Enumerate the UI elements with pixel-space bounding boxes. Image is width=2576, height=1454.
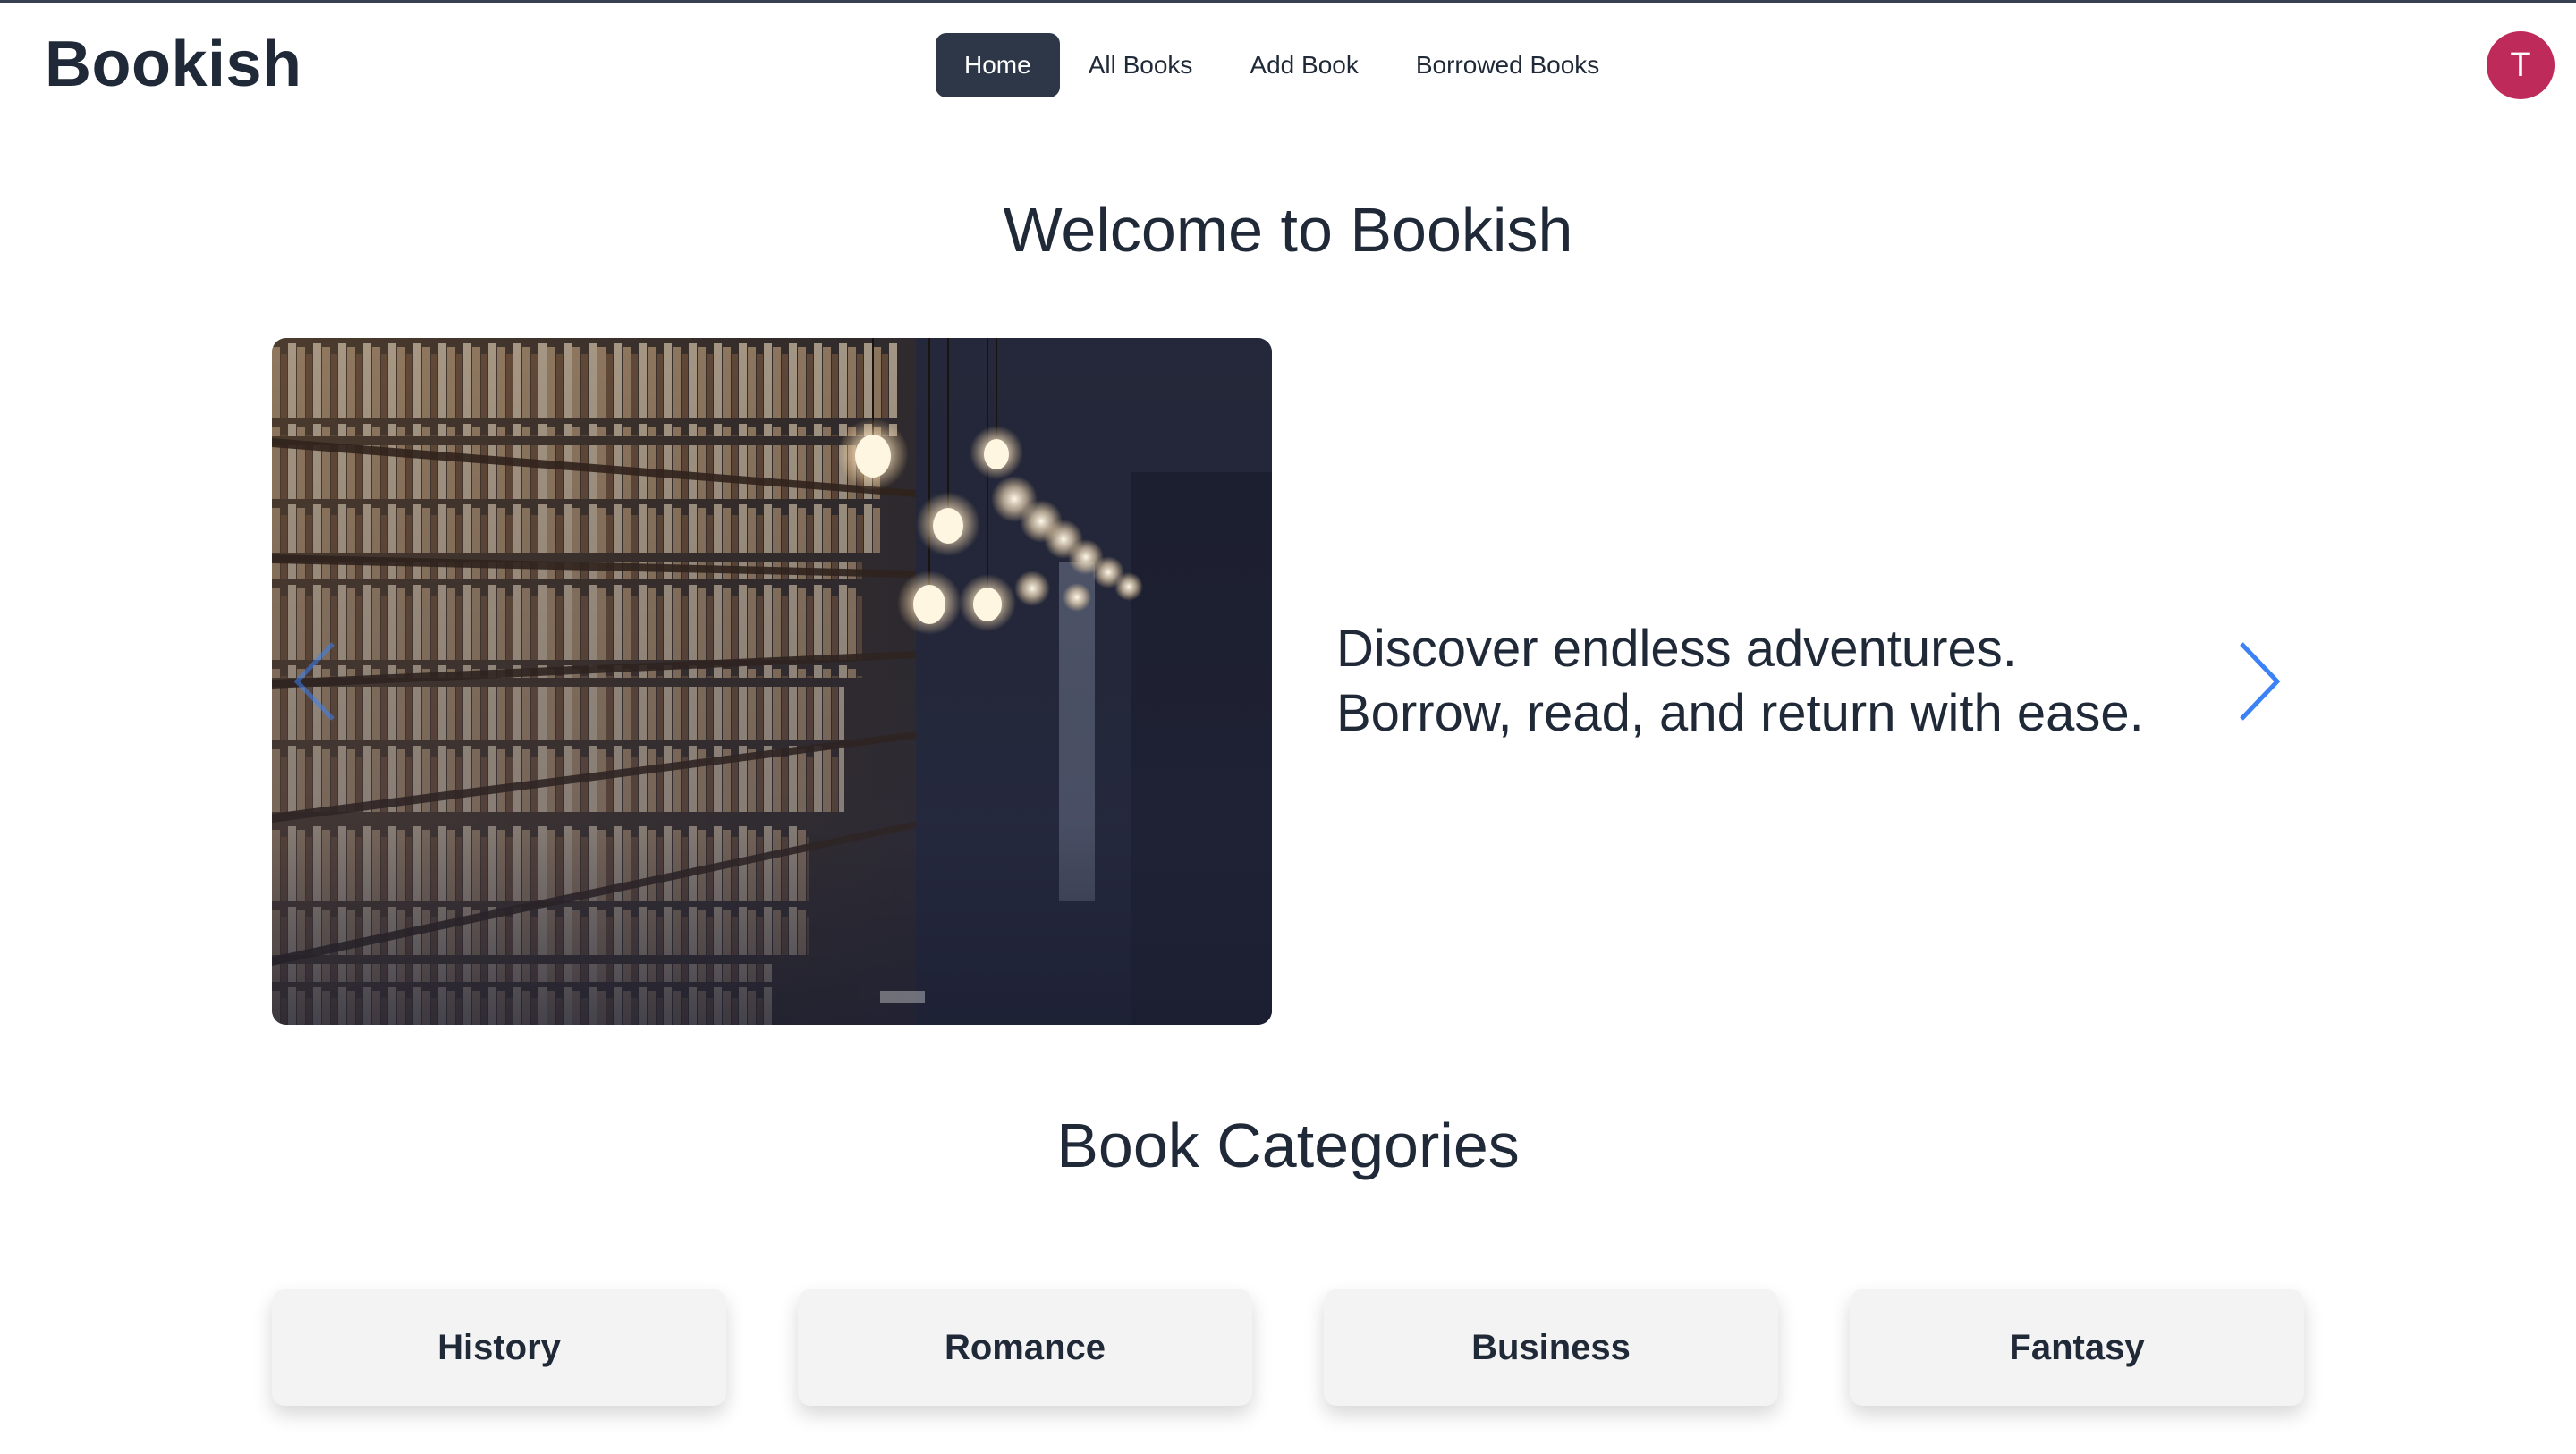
chevron-right-icon (2240, 642, 2281, 721)
nav-item-home[interactable]: Home (936, 33, 1060, 97)
category-card-business[interactable]: Business (1324, 1289, 1778, 1406)
carousel-next-button[interactable] (2236, 638, 2284, 729)
category-label: Business (1471, 1327, 1631, 1367)
nav-item-borrowed-books[interactable]: Borrowed Books (1387, 33, 1628, 97)
category-card-romance[interactable]: Romance (798, 1289, 1252, 1406)
library-image (272, 338, 1272, 1025)
hero-carousel: Discover endless adventures. Borrow, rea… (272, 338, 2304, 1025)
caption-line-2: Borrow, read, and return with ease. (1336, 684, 2144, 742)
category-label: History (437, 1327, 561, 1367)
navbar: Bookish Home All Books Add Book Borrowed… (0, 0, 2576, 125)
carousel-caption: Discover endless adventures. Borrow, rea… (1336, 617, 2195, 746)
brand-logo[interactable]: Bookish (45, 24, 302, 105)
page: Bookish Home All Books Add Book Borrowed… (0, 0, 2576, 1454)
user-avatar[interactable]: T (2487, 31, 2555, 99)
category-card-fantasy[interactable]: Fantasy (1850, 1289, 2304, 1406)
chevron-left-icon (293, 642, 335, 721)
carousel-prev-button[interactable] (290, 638, 338, 729)
nav-item-all-books[interactable]: All Books (1060, 33, 1222, 97)
caption-line-1: Discover endless adventures. (1336, 620, 2017, 678)
category-label: Fantasy (2009, 1327, 2145, 1367)
main-nav: Home All Books Add Book Borrowed Books (936, 33, 1628, 97)
categories-title: Book Categories (1056, 1111, 1520, 1180)
category-grid: History Romance Business Fantasy (272, 1289, 2304, 1406)
hero-title: Welcome to Bookish (1003, 195, 1573, 265)
category-label: Romance (944, 1327, 1106, 1367)
nav-item-add-book[interactable]: Add Book (1221, 33, 1386, 97)
category-card-history[interactable]: History (272, 1289, 726, 1406)
